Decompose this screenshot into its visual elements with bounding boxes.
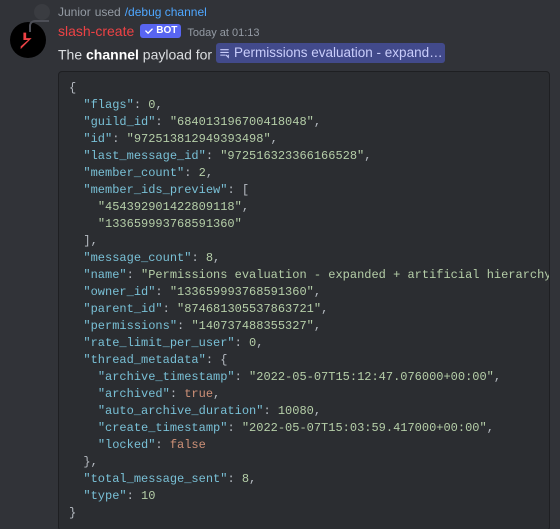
message-container: Junior used /debug channel slash-create … [0, 0, 560, 529]
used-label: used [95, 4, 121, 20]
verified-check-icon [144, 26, 154, 36]
code-block[interactable]: { "flags": 0, "guild_id": "6840131967004… [58, 71, 550, 529]
channel-mention[interactable]: Permissions evaluation - expand… [216, 43, 445, 63]
slash-create-logo [17, 29, 39, 51]
thread-icon [218, 47, 231, 60]
interaction-context[interactable]: Junior used /debug channel [58, 4, 550, 20]
message-content: Junior used /debug channel slash-create … [58, 4, 550, 529]
message-body: The channel payload for Permissions eval… [58, 43, 550, 65]
invoker-avatar[interactable] [34, 4, 50, 20]
body-prefix: The [58, 47, 86, 63]
bot-badge: BOT [140, 24, 181, 38]
invoker-username: Junior [58, 4, 91, 20]
avatar-column [10, 4, 50, 529]
author-name[interactable]: slash-create [58, 22, 134, 40]
timestamp: Today at 01:13 [187, 24, 259, 42]
body-bold: channel [86, 47, 139, 63]
channel-mention-text: Permissions evaluation - expand… [234, 43, 443, 63]
body-mid: payload for [139, 47, 216, 63]
bot-badge-text: BOT [156, 24, 177, 38]
reply-spine [29, 20, 49, 32]
command-name[interactable]: /debug channel [125, 4, 207, 20]
message-header: slash-create BOT Today at 01:13 [58, 22, 550, 42]
